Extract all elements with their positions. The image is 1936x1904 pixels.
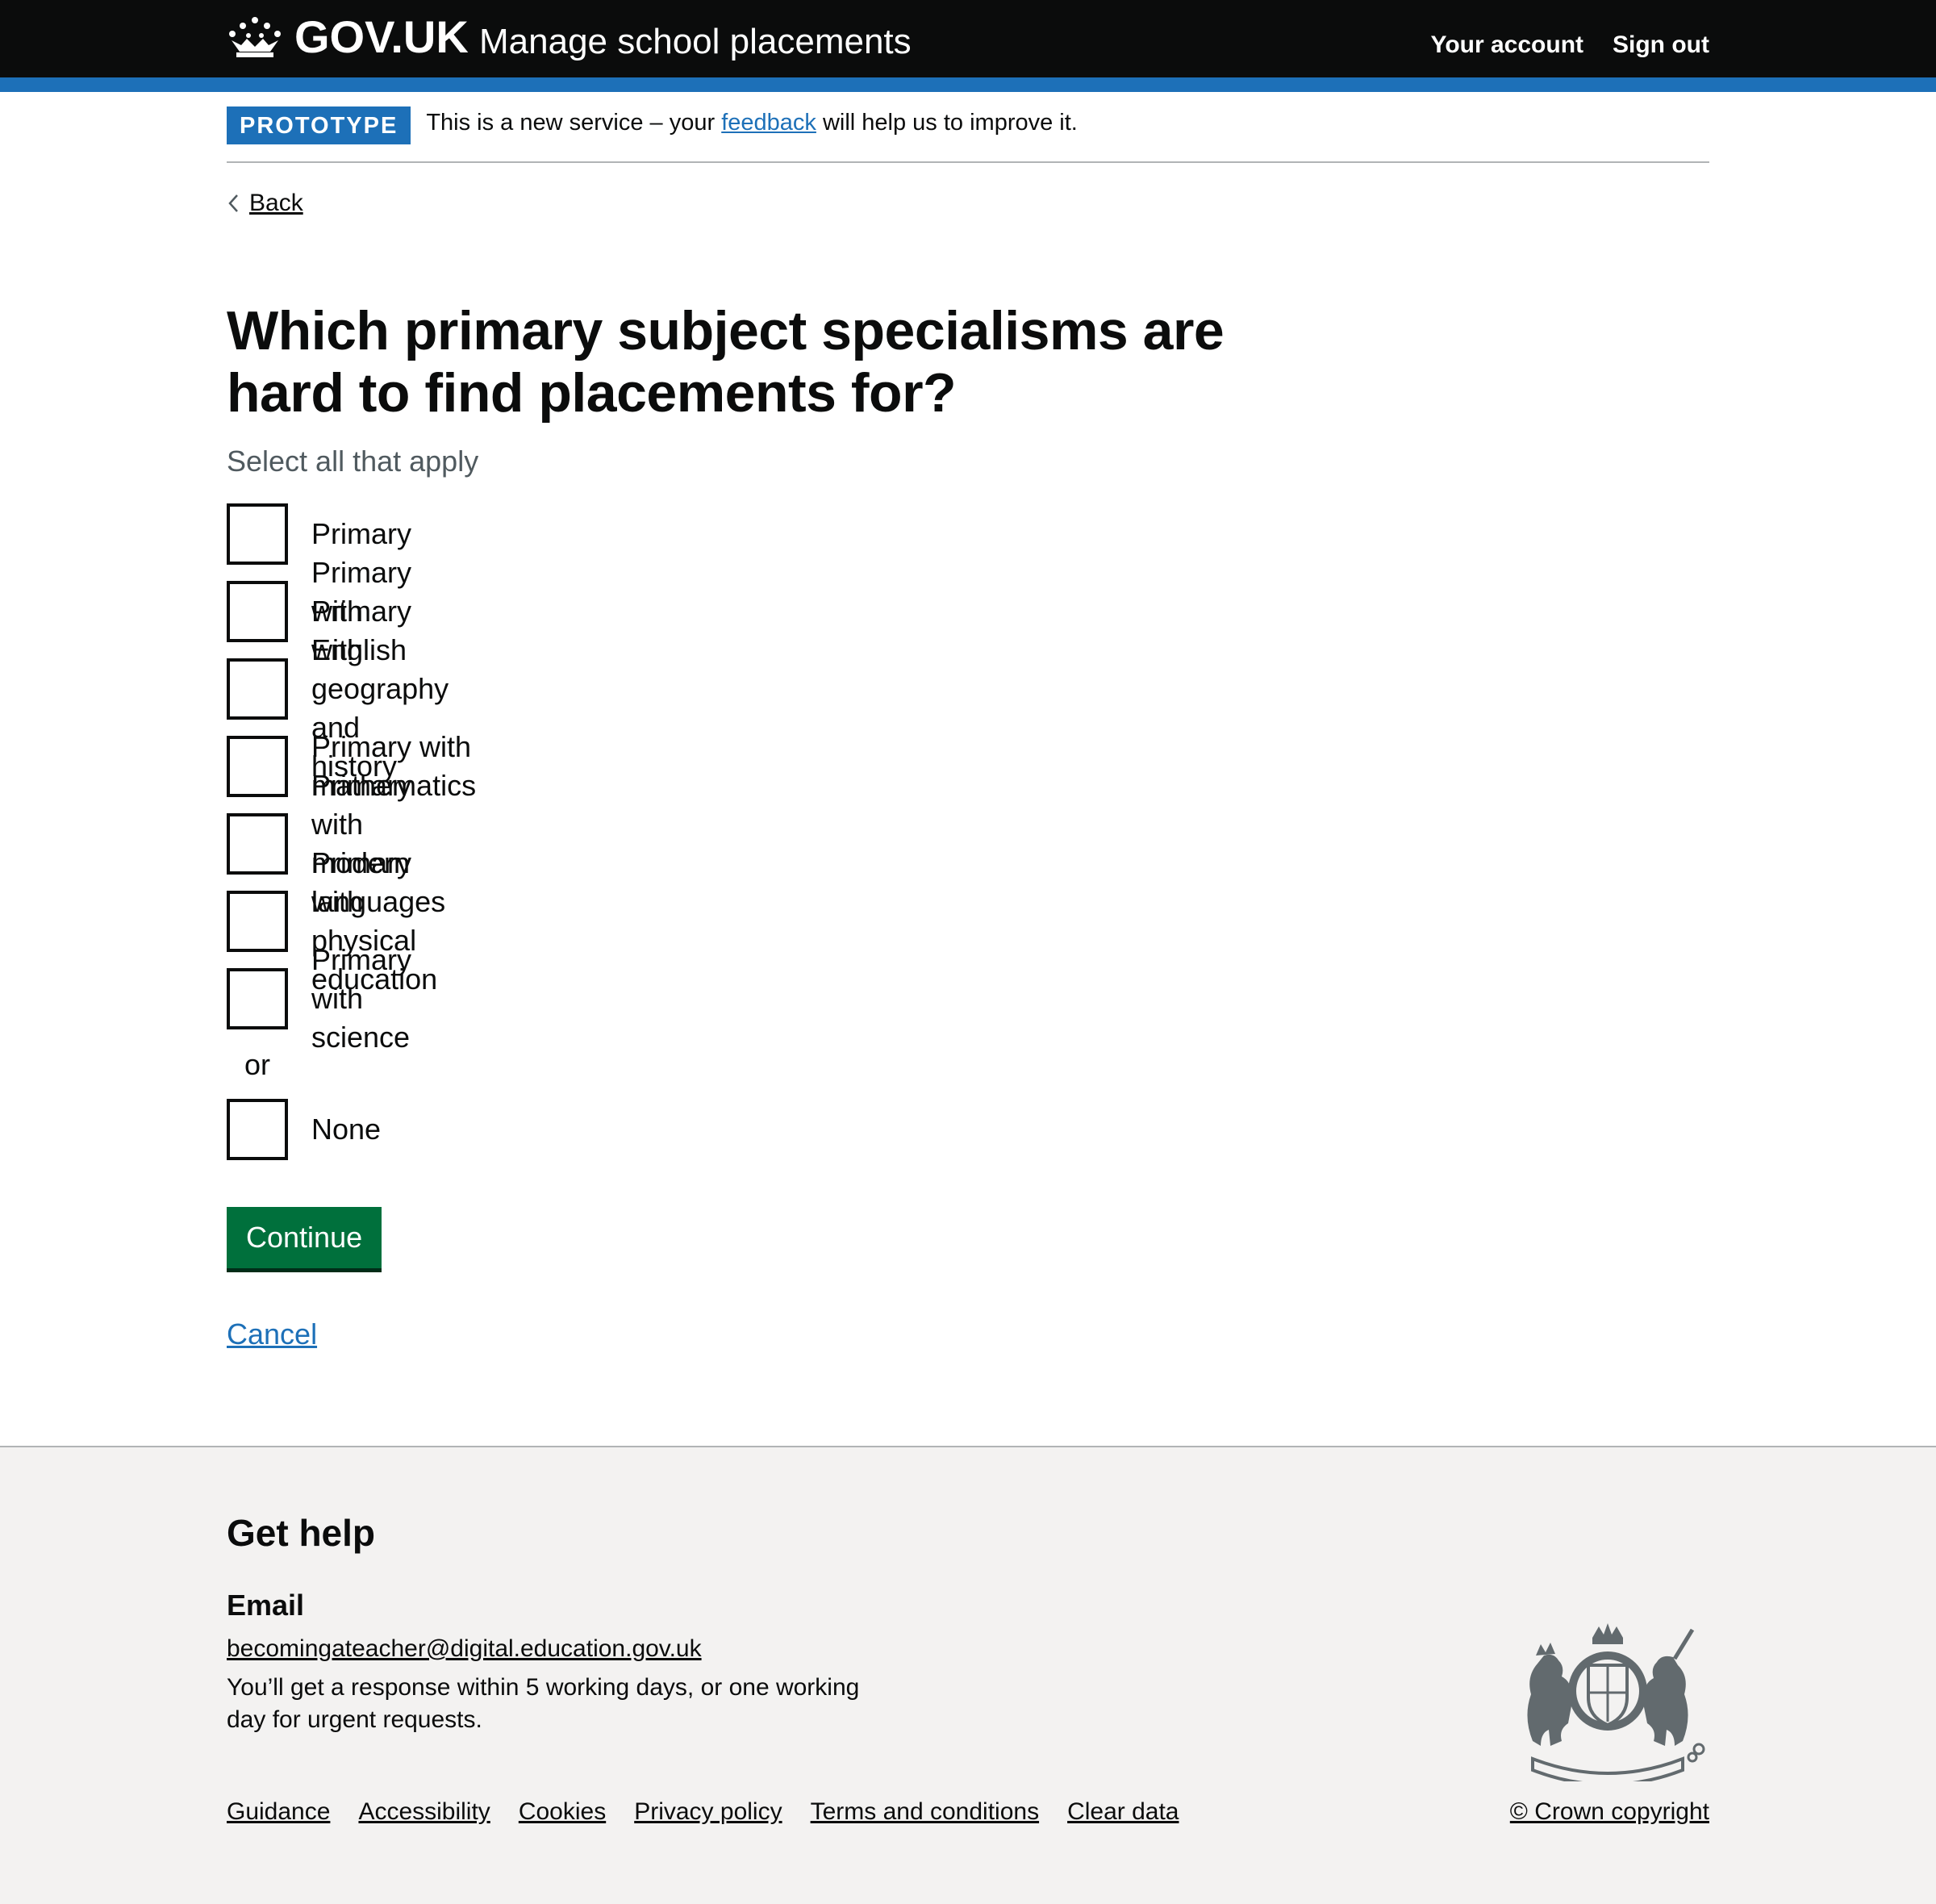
support-email-link[interactable]: becomingateacher@digital.education.gov.u… xyxy=(227,1633,702,1665)
checkbox-input[interactable] xyxy=(227,813,288,875)
sign-out-link[interactable]: Sign out xyxy=(1613,27,1709,63)
logo-text: GOV.UK xyxy=(294,11,469,62)
footer-link-cookies[interactable]: Cookies xyxy=(519,1796,606,1828)
hint-text: Select all that apply xyxy=(227,445,479,478)
phase-text-before: This is a new service – your xyxy=(426,110,722,136)
checkbox-input[interactable] xyxy=(227,1099,288,1160)
checkbox-none[interactable]: None xyxy=(227,1099,381,1160)
checkbox-input[interactable] xyxy=(227,581,288,642)
checkbox-input[interactable] xyxy=(227,658,288,720)
back-link-wrapper: Back xyxy=(227,186,303,221)
checkbox-label[interactable]: Primary with science xyxy=(311,941,411,1057)
checkbox-label[interactable]: Primary xyxy=(311,515,411,553)
cancel-link[interactable]: Cancel xyxy=(227,1315,317,1354)
checkbox-label[interactable]: None xyxy=(311,1110,381,1149)
checkbox-input[interactable] xyxy=(227,968,288,1029)
continue-button[interactable]: Continue xyxy=(227,1207,382,1268)
back-link[interactable]: Back xyxy=(249,186,303,221)
govuk-logo[interactable]: GOV.UK xyxy=(227,15,469,60)
footer-link-privacy-policy[interactable]: Privacy policy xyxy=(634,1796,782,1828)
crown-icon xyxy=(229,17,281,57)
checkbox-primary-with-geography-and-history[interactable]: Primary with geography and history xyxy=(227,595,449,783)
service-name[interactable]: Manage school placements xyxy=(479,18,912,66)
footer-email-heading: Email xyxy=(227,1589,305,1622)
checkbox-primary-with-science[interactable]: Primary with science xyxy=(227,943,411,1054)
checkbox-input[interactable] xyxy=(227,503,288,565)
header-nav: Your account Sign out xyxy=(1431,27,1709,63)
footer-link-clear-data[interactable]: Clear data xyxy=(1067,1796,1179,1828)
footer-link-terms-and-conditions[interactable]: Terms and conditions xyxy=(811,1796,1039,1828)
header-blue-bar xyxy=(0,77,1936,92)
phase-banner: PROTOTYPE This is a new service – your f… xyxy=(227,106,1709,163)
chevron-left-icon xyxy=(228,194,238,212)
page-title: Which primary subject specialisms are ha… xyxy=(227,300,1225,424)
your-account-link[interactable]: Your account xyxy=(1431,27,1583,63)
site-header: GOV.UK Manage school placements Your acc… xyxy=(0,0,1936,77)
checkbox-input[interactable] xyxy=(227,736,288,797)
phase-text-after: will help us to improve it. xyxy=(816,110,1078,136)
feedback-link[interactable]: feedback xyxy=(721,110,816,136)
crown-copyright-link[interactable]: © Crown copyright xyxy=(1510,1796,1709,1828)
footer-link-guidance[interactable]: Guidance xyxy=(227,1796,330,1828)
footer-links: Guidance Accessibility Cookies Privacy p… xyxy=(227,1796,1179,1828)
phase-banner-text: This is a new service – your feedback wi… xyxy=(426,102,1078,144)
checkbox-input[interactable] xyxy=(227,891,288,952)
checkbox-divider: or xyxy=(244,1048,271,1081)
prototype-tag: PROTOTYPE xyxy=(227,106,411,144)
footer-heading: Get help xyxy=(227,1512,376,1554)
royal-coat-of-arms-icon xyxy=(1527,1623,1705,1781)
footer-link-accessibility[interactable]: Accessibility xyxy=(358,1796,490,1828)
response-time-note: You’ll get a response within 5 working d… xyxy=(227,1674,860,1733)
